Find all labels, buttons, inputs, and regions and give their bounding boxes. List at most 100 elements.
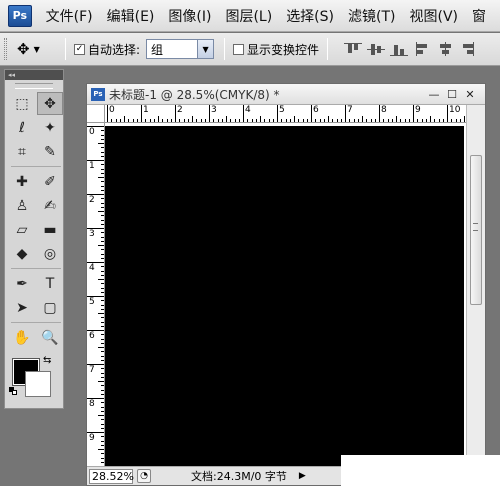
menu-bar: Ps 文件(F) 编辑(E) 图像(I) 图层(L) 选择(S) 滤镜(T) 视… <box>0 0 500 32</box>
options-bar-grip[interactable] <box>4 38 7 60</box>
toolbox-collapse-button[interactable]: ◂◂ <box>5 70 63 80</box>
history-brush-tool-icon[interactable]: ✍ <box>37 194 63 217</box>
photoshop-logo-icon[interactable]: Ps <box>8 4 32 27</box>
zoom-input[interactable]: 28.52% <box>89 468 134 484</box>
gradient-tool-icon[interactable]: ▬ <box>37 218 63 241</box>
menu-layer[interactable]: 图层(L) <box>225 6 272 26</box>
tool-group-divider <box>11 266 61 269</box>
menu-window[interactable]: 窗 <box>472 6 486 26</box>
ruler-tick <box>87 228 104 229</box>
ruler-origin[interactable] <box>87 105 105 123</box>
auto-select-dropdown[interactable]: 组 ▼ <box>146 39 215 59</box>
magic-wand-tool-icon[interactable]: ✦ <box>37 116 63 139</box>
ruler-tick <box>447 105 448 122</box>
menu-edit[interactable]: 编辑(E) <box>107 6 155 26</box>
maximize-icon[interactable]: ☐ <box>443 88 461 101</box>
eraser-tool-icon[interactable]: ▱ <box>9 218 35 241</box>
ruler-tick <box>87 194 104 195</box>
auto-select-checkbox[interactable]: ✓ <box>74 43 85 55</box>
ruler-label: 0 <box>89 127 95 137</box>
stamp-tool-icon[interactable]: ♙ <box>9 194 35 217</box>
document-titlebar[interactable]: Ps 未标题-1 @ 28.5%(CMYK/8) * — ☐ ✕ <box>87 84 485 105</box>
brush-tool-icon[interactable]: ✐ <box>37 170 63 193</box>
ruler-label: 8 <box>381 105 387 115</box>
pen-tool-icon[interactable]: ✒ <box>9 272 35 295</box>
ruler-tick <box>98 279 104 280</box>
ruler-label: 5 <box>279 105 285 115</box>
crop-tool-icon[interactable]: ⌗ <box>9 140 35 163</box>
ruler-tick <box>158 116 159 122</box>
ruler-label: 7 <box>347 105 353 115</box>
ruler-tick <box>124 116 125 122</box>
ruler-label: 1 <box>89 161 95 171</box>
menu-view[interactable]: 视图(V) <box>409 6 458 26</box>
ruler-tick <box>87 262 104 263</box>
hand-tool-icon[interactable]: ✋ <box>9 326 35 349</box>
ruler-tick <box>141 105 142 122</box>
vertical-ruler[interactable]: 0 1 2 3 4 5 6 7 8 9 <box>87 123 105 467</box>
healing-tool-icon[interactable]: ✚ <box>9 170 35 193</box>
color-swatches: ⇆ <box>5 355 63 405</box>
ruler-tick <box>87 432 104 433</box>
path-select-tool-icon[interactable]: ➤ <box>9 296 35 319</box>
document-canvas[interactable] <box>105 126 464 467</box>
ruler-tick <box>413 105 414 122</box>
align-top-icon[interactable] <box>344 41 363 57</box>
chevron-down-icon: ▼ <box>33 44 40 54</box>
ruler-label: 1 <box>143 105 149 115</box>
align-hcenter-icon[interactable] <box>436 41 454 57</box>
zoom-tool-icon[interactable]: 🔍 <box>37 326 63 349</box>
ruler-tick <box>98 177 104 178</box>
ruler-tick <box>98 313 104 314</box>
show-transform-checkbox[interactable] <box>233 43 245 55</box>
ruler-tick <box>379 105 380 122</box>
close-icon[interactable]: ✕ <box>461 88 479 101</box>
background-color-swatch[interactable] <box>25 371 51 397</box>
ruler-tick <box>362 116 363 122</box>
ruler-tick <box>87 398 104 399</box>
toolbox-grip[interactable] <box>15 83 53 89</box>
minimize-icon[interactable]: — <box>425 88 443 101</box>
ruler-label: 6 <box>313 105 319 115</box>
horizontal-ruler[interactable]: 0 1 2 3 4 5 6 7 8 9 10 <box>105 105 467 123</box>
align-left-icon[interactable] <box>413 41 431 57</box>
dodge-tool-icon[interactable]: ◎ <box>37 242 63 265</box>
ruler-tick <box>87 296 104 297</box>
ruler-label: 10 <box>449 105 461 115</box>
ruler-label: 9 <box>415 105 421 115</box>
ruler-tick <box>98 245 104 246</box>
ruler-tick <box>345 105 346 122</box>
tool-group-divider <box>11 320 61 323</box>
ruler-tick <box>98 381 104 382</box>
options-separator <box>65 38 66 60</box>
shape-tool-icon[interactable]: ▢ <box>37 296 63 319</box>
swap-colors-icon[interactable]: ⇆ <box>43 355 51 366</box>
document-ps-icon: Ps <box>91 87 105 101</box>
ruler-label: 0 <box>109 105 115 115</box>
align-vcenter-icon[interactable] <box>367 41 386 57</box>
menu-image[interactable]: 图像(I) <box>168 6 211 26</box>
blur-tool-icon[interactable]: ◆ <box>9 242 35 265</box>
document-title: 未标题-1 @ 28.5%(CMYK/8) * <box>109 87 280 102</box>
status-info-icon[interactable]: ◔ <box>137 469 151 483</box>
menu-select[interactable]: 选择(S) <box>286 6 334 26</box>
ruler-tick <box>192 116 193 122</box>
default-colors-icon[interactable] <box>9 387 17 395</box>
move-tool-icon[interactable]: ✥ <box>37 92 63 115</box>
ruler-label: 4 <box>89 263 95 273</box>
menu-file[interactable]: 文件(F) <box>46 6 93 26</box>
ruler-tick <box>277 105 278 122</box>
tool-preset-picker[interactable]: ✥ ▼ <box>17 40 57 58</box>
ruler-tick <box>464 116 465 122</box>
marquee-tool-icon[interactable]: ⬚ <box>9 92 35 115</box>
lasso-tool-icon[interactable]: ℓ <box>9 116 35 139</box>
status-menu-arrow-icon[interactable]: ▶ <box>299 471 306 481</box>
ruler-tick <box>243 105 244 122</box>
vertical-scrollbar[interactable] <box>466 105 485 467</box>
align-bottom-icon[interactable] <box>390 41 409 57</box>
menu-filter[interactable]: 滤镜(T) <box>348 6 395 26</box>
eyedropper-tool-icon[interactable]: ✎ <box>37 140 63 163</box>
ruler-tick <box>87 364 104 365</box>
type-tool-icon[interactable]: T <box>37 272 63 295</box>
align-right-icon[interactable] <box>459 41 477 57</box>
